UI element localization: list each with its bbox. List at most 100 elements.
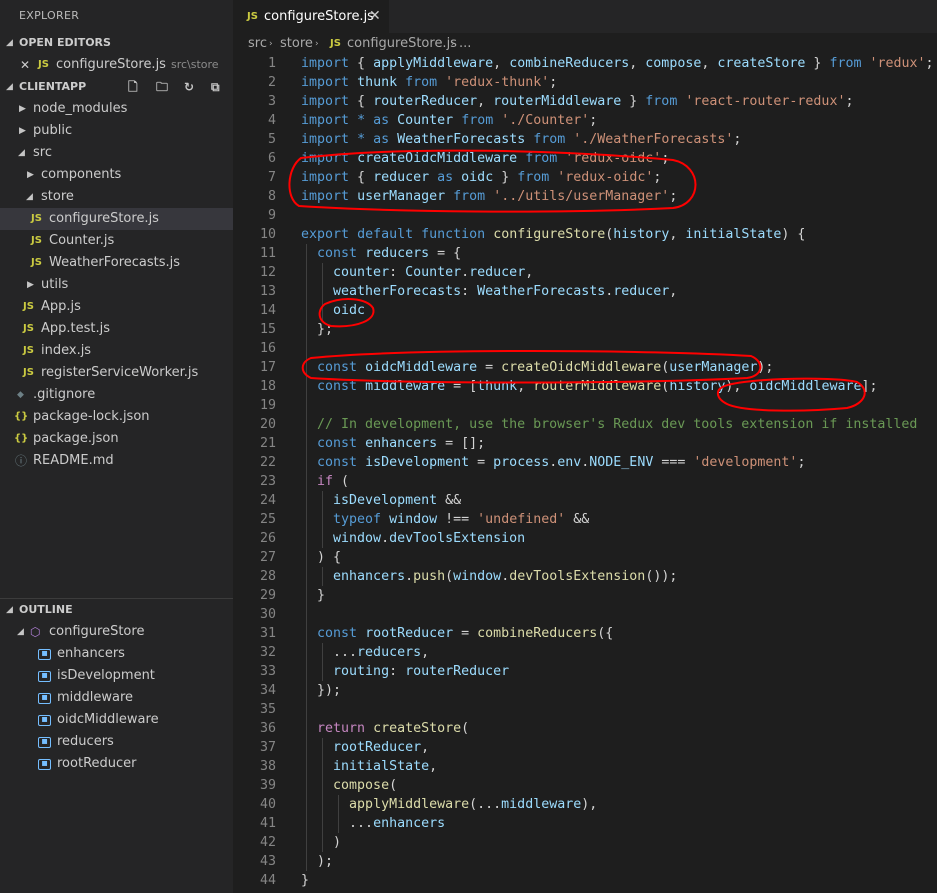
outline-item[interactable]: ▪ isDevelopment (0, 665, 233, 687)
collapse-all-icon[interactable]: ⧉ (211, 76, 220, 98)
tab-label: configureStore.js (264, 9, 374, 24)
new-folder-icon[interactable]: 🗀 (156, 76, 168, 98)
code-line[interactable]: } (301, 871, 309, 890)
tree-label: README.md (33, 453, 114, 468)
outline-item[interactable]: ▪ middleware (0, 687, 233, 709)
tree-item-package-lock[interactable]: {} package-lock.json (0, 406, 233, 428)
tab-configurestore[interactable]: JS configureStore.js ✕ (233, 0, 389, 33)
code-line[interactable]: import * as Counter from './Counter'; (301, 111, 597, 130)
code-line[interactable]: isDevelopment && (301, 491, 461, 510)
code-line[interactable]: window.devToolsExtension (301, 529, 525, 548)
tree-label: package.json (33, 431, 119, 446)
chevron-right-icon: ▶ (19, 126, 26, 136)
code-line[interactable]: import { applyMiddleware, combineReducer… (301, 54, 934, 73)
breadcrumb-store[interactable]: store (280, 33, 313, 55)
js-file-icon: JS (330, 38, 341, 49)
tree-label: .gitignore (33, 387, 96, 402)
code-line[interactable]: const middleware = [thunk, routerMiddlew… (301, 377, 877, 396)
tree-item-gitignore[interactable]: ◆ .gitignore (0, 384, 233, 406)
tree-item-configurestore[interactable]: JS configureStore.js (0, 208, 233, 230)
code-line[interactable]: import createOidcMiddleware from 'redux-… (301, 149, 669, 168)
tree-item-readme[interactable]: ⓘ README.md (0, 450, 233, 472)
open-editor-label: configureStore.js src\store (56, 54, 219, 76)
indent-guide (337, 795, 339, 833)
open-editors-header[interactable]: ◢ OPEN EDITORS (0, 32, 233, 54)
close-icon[interactable]: ✕ (20, 54, 30, 76)
tree-item-weatherforecasts[interactable]: JS WeatherForecasts.js (0, 252, 233, 274)
refresh-icon[interactable]: ↻ (184, 76, 194, 98)
code-line[interactable]: import thunk from 'redux-thunk'; (301, 73, 557, 92)
code-line[interactable]: const reducers = { (301, 244, 461, 263)
js-file-icon: JS (31, 235, 42, 246)
new-file-icon[interactable]: 🗋 (128, 76, 138, 98)
tree-item-package[interactable]: {} package.json (0, 428, 233, 450)
code-line[interactable]: typeof window !== 'undefined' && (301, 510, 589, 529)
code-line[interactable]: import { routerReducer, routerMiddleware… (301, 92, 853, 111)
project-header[interactable]: ◢ CLIENTAPP 🗋 🗀 ↻ ⧉ (0, 76, 233, 98)
chevron-down-icon: ◢ (26, 192, 33, 202)
code-line[interactable]: import userManager from '../utils/userMa… (301, 187, 677, 206)
outline-item[interactable]: ▪ reducers (0, 731, 233, 753)
code-line[interactable]: import * as WeatherForecasts from './Wea… (301, 130, 741, 149)
code-line[interactable]: }); (301, 681, 341, 700)
code-line[interactable]: const enhancers = []; (301, 434, 485, 453)
tree-item-store[interactable]: ◢ store (0, 186, 233, 208)
open-editor-item[interactable]: ✕ JS configureStore.js src\store (0, 54, 233, 76)
outline-item[interactable]: ▪ oidcMiddleware (0, 709, 233, 731)
close-icon[interactable]: ✕ (369, 0, 381, 33)
code-line[interactable]: if ( (301, 472, 349, 491)
code-line[interactable]: ...reducers, (301, 643, 429, 662)
line-number: 13 (259, 284, 276, 299)
tree-item-app[interactable]: JS App.js (0, 296, 233, 318)
js-file-icon: JS (23, 323, 34, 334)
code-line[interactable]: rootReducer, (301, 738, 429, 757)
breadcrumb: src › store › JS configureStore.js › ... (233, 33, 937, 55)
indent-guide (321, 643, 323, 681)
tree-item-components[interactable]: ▶ components (0, 164, 233, 186)
breadcrumb-src[interactable]: src (248, 33, 267, 55)
chevron-right-icon: ▶ (27, 280, 34, 290)
tree-item-src[interactable]: ◢ src (0, 142, 233, 164)
outline-item[interactable]: ▪ rootReducer (0, 753, 233, 775)
code-line[interactable]: import { reducer as oidc } from 'redux-o… (301, 168, 661, 187)
code-line[interactable]: counter: Counter.reducer, (301, 263, 533, 282)
outline-item[interactable]: ▪ enhancers (0, 643, 233, 665)
code-line[interactable]: weatherForecasts: WeatherForecasts.reduc… (301, 282, 677, 301)
tree-item-index[interactable]: JS index.js (0, 340, 233, 362)
tree-item-counter[interactable]: JS Counter.js (0, 230, 233, 252)
open-editors-label: OPEN EDITORS (19, 36, 111, 49)
tree-label: store (41, 189, 74, 204)
code-line[interactable]: enhancers.push(window.devToolsExtension(… (301, 567, 677, 586)
code-line[interactable]: const rootReducer = combineReducers({ (301, 624, 613, 643)
tree-label: App.test.js (41, 321, 111, 336)
line-number: 36 (259, 721, 276, 736)
line-number: 26 (259, 531, 276, 546)
breadcrumb-file[interactable]: configureStore.js (347, 33, 457, 55)
outline-header[interactable]: ◢ OUTLINE (0, 599, 233, 621)
tree-item-app-test[interactable]: JS App.test.js (0, 318, 233, 340)
tree-label: configureStore.js (49, 211, 159, 226)
tree-item-public[interactable]: ▶ public (0, 120, 233, 142)
code-line[interactable]: } (301, 586, 325, 605)
breadcrumb-more[interactable]: ... (459, 33, 471, 55)
tree-item-utils[interactable]: ▶ utils (0, 274, 233, 296)
code-line[interactable]: ) { (301, 548, 341, 567)
code-line[interactable]: routing: routerReducer (301, 662, 509, 681)
project-label: CLIENTAPP (19, 80, 87, 93)
code-line[interactable]: compose( (301, 776, 397, 795)
tree-item-node-modules[interactable]: ▶ node_modules (0, 98, 233, 120)
code-line[interactable]: return createStore( (301, 719, 469, 738)
code-line[interactable]: const oidcMiddleware = createOidcMiddlew… (301, 358, 773, 377)
line-number: 23 (259, 474, 276, 489)
code-line[interactable]: oidc (301, 301, 365, 320)
tree-item-registerserviceworker[interactable]: JS registerServiceWorker.js (0, 362, 233, 384)
outline-root[interactable]: ◢ ⬡ configureStore (0, 621, 233, 643)
code-line[interactable]: const isDevelopment = process.env.NODE_E… (301, 453, 805, 472)
code-line[interactable]: export default function configureStore(h… (301, 225, 805, 244)
code-line[interactable]: applyMiddleware(...middleware), (301, 795, 597, 814)
outline-label: rootReducer (57, 756, 137, 771)
line-number: 12 (259, 265, 276, 280)
code-line[interactable]: // In development, use the browser's Red… (301, 415, 917, 434)
line-number: 8 (267, 189, 276, 204)
js-file-icon: JS (23, 345, 34, 356)
